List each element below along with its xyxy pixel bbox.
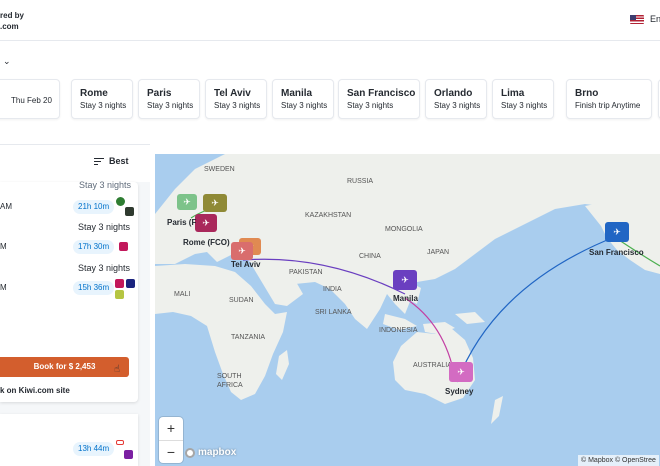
stop-city: Rome: [80, 88, 108, 99]
carrier-logo-icon: [125, 207, 134, 216]
stop-lima[interactable]: Lima Stay 3 nights: [492, 79, 554, 119]
duration-badge: 15h 36m: [73, 281, 115, 295]
departure-time: AM: [0, 202, 12, 211]
map-canvas: [155, 154, 660, 424]
stop-nights: Stay 3 nights: [214, 101, 261, 110]
duration-badge: 17h 30m: [73, 240, 115, 254]
map-pin-paris[interactable]: ✈: [177, 194, 197, 210]
city-label-paris: Paris (F: [167, 218, 197, 227]
country-label-sudan: SUDAN: [229, 297, 254, 304]
carrier-logo-icon: [116, 440, 124, 445]
mapbox-logo[interactable]: mapbox: [185, 447, 236, 458]
country-label-sri-lanka: SRI LANKA: [315, 309, 352, 316]
carrier-logo-icon: [116, 197, 125, 206]
departure-time: M: [0, 242, 7, 251]
country-label-kazakhstan: KAZAKHSTAN: [305, 212, 352, 219]
duration-badge: 13h 44m: [73, 442, 115, 456]
stop-nights: Stay 3 nights: [501, 101, 548, 110]
stop-rome[interactable]: Rome Stay 3 nights: [71, 79, 133, 119]
map-pin-europe[interactable]: ✈: [203, 194, 227, 212]
country-label-japan: JAPAN: [427, 249, 450, 256]
country-label-mali: MALI: [174, 291, 191, 298]
zoom-control: + −: [159, 417, 183, 463]
us-flag-icon: [630, 14, 644, 24]
kiwi-link[interactable]: k on Kiwi.com site: [0, 386, 70, 395]
stop-paris[interactable]: Paris Stay 3 nights: [138, 79, 200, 119]
stop-tel-aviv[interactable]: Tel Aviv Stay 3 nights: [205, 79, 267, 119]
language-selector[interactable]: En: [630, 14, 660, 24]
carrier-logo-icon: [126, 279, 135, 288]
city-label-san-francisco: San Francisco: [589, 248, 644, 257]
stop-san-francisco[interactable]: San Francisco Stay 3 nights: [338, 79, 420, 119]
carrier-logo-icon: [124, 450, 133, 459]
map-pin-rome[interactable]: ✈: [195, 214, 217, 232]
stop-nights: Stay 3 nights: [147, 101, 194, 110]
stop-date: Thu Feb 20: [11, 96, 52, 105]
book-button[interactable]: Book for $ 2,453: [0, 357, 129, 377]
stop-orlando[interactable]: Orlando Stay 3 nights: [425, 79, 487, 119]
map-pin-sydney[interactable]: ✈: [449, 362, 473, 382]
departure-time: M: [0, 283, 7, 292]
country-label-south-africa: SOUTH AFRICA: [217, 373, 243, 389]
stop-finish: Finish trip Anytime: [575, 101, 641, 110]
stop-manila[interactable]: Manila Stay 3 nights: [272, 79, 334, 119]
stop-origin[interactable]: Thu Feb 20: [0, 79, 60, 119]
sort-label: Best: [109, 156, 129, 166]
stop-city: Tel Aviv: [214, 88, 251, 99]
map-pin-san-francisco[interactable]: ✈: [605, 222, 629, 242]
landmass-new-zealand: [491, 396, 503, 424]
stop-brno[interactable]: Brno Finish trip Anytime: [566, 79, 652, 119]
map-pin-tel-aviv[interactable]: ✈: [231, 242, 253, 260]
stop-nights: Stay 3 nights: [80, 101, 127, 110]
mapbox-wordmark: mapbox: [198, 447, 237, 458]
stop-city: Manila: [281, 88, 313, 99]
stop-nights: Stay 3 nights: [281, 101, 328, 110]
map-attribution[interactable]: © Mapbox © OpenStree: [578, 455, 659, 466]
country-label-mongolia: MONGOLIA: [385, 226, 423, 233]
flight-route-sydney-san-francisco: [456, 235, 618, 383]
country-label-india: INDIA: [323, 286, 342, 293]
brand-line-2: .com: [0, 22, 19, 31]
stop-city: Brno: [575, 88, 599, 99]
carrier-logo-icon: [119, 242, 128, 251]
country-label-china: CHINA: [359, 253, 381, 260]
city-label-sydney: Sydney: [445, 387, 474, 396]
top-bar: red by .com En: [0, 0, 660, 41]
route-map[interactable]: SWEDEN RUSSIA KAZAKHSTAN MONGOLIA CHINA …: [155, 154, 660, 466]
stop-nights: Stay 3 nights: [434, 101, 481, 110]
landmass-madagascar: [276, 350, 289, 380]
brand-logo[interactable]: red by .com: [0, 10, 24, 32]
sort-selector[interactable]: Best: [94, 156, 129, 166]
stay-label: Stay 3 nights: [78, 222, 131, 232]
city-label-rome: Rome (FCO): [183, 238, 230, 247]
language-label: En: [650, 14, 660, 24]
stop-city: Paris: [147, 88, 172, 99]
carrier-logo-icon: [115, 279, 124, 288]
city-label-tel-aviv: Tel Aviv: [231, 260, 261, 269]
country-label-tanzania: TANZANIA: [231, 334, 266, 341]
stop-city: San Francisco: [347, 88, 416, 99]
stop-nights: Stay 3 nights: [347, 101, 394, 110]
duration-badge: 21h 10m: [73, 200, 115, 214]
carrier-logo-icon: [115, 290, 124, 299]
country-label-australia: AUSTRALIA: [413, 362, 452, 369]
mapbox-icon: [185, 447, 195, 458]
stop-city: Orlando: [434, 88, 473, 99]
zoom-in-button[interactable]: +: [159, 417, 183, 440]
chevron-down-icon[interactable]: ⌄: [3, 56, 11, 67]
brand-line-1: red by: [0, 11, 25, 20]
country-label-pakistan: PAKISTAN: [289, 269, 323, 276]
country-label-indonesia: INDONESIA: [379, 327, 418, 334]
stay-label: Stay 3 nights: [78, 263, 131, 273]
stop-city: Lima: [501, 88, 525, 99]
country-label-sweden: SWEDEN: [204, 166, 235, 173]
cursor-icon: ☝: [114, 364, 121, 375]
sort-icon: [94, 157, 104, 166]
zoom-out-button[interactable]: −: [159, 440, 183, 463]
stay-label: Stay 3 nights: [79, 180, 132, 190]
country-label-russia: RUSSIA: [347, 178, 374, 185]
map-pin-manila[interactable]: ✈: [393, 270, 417, 290]
city-label-manila: Manila: [393, 294, 418, 303]
